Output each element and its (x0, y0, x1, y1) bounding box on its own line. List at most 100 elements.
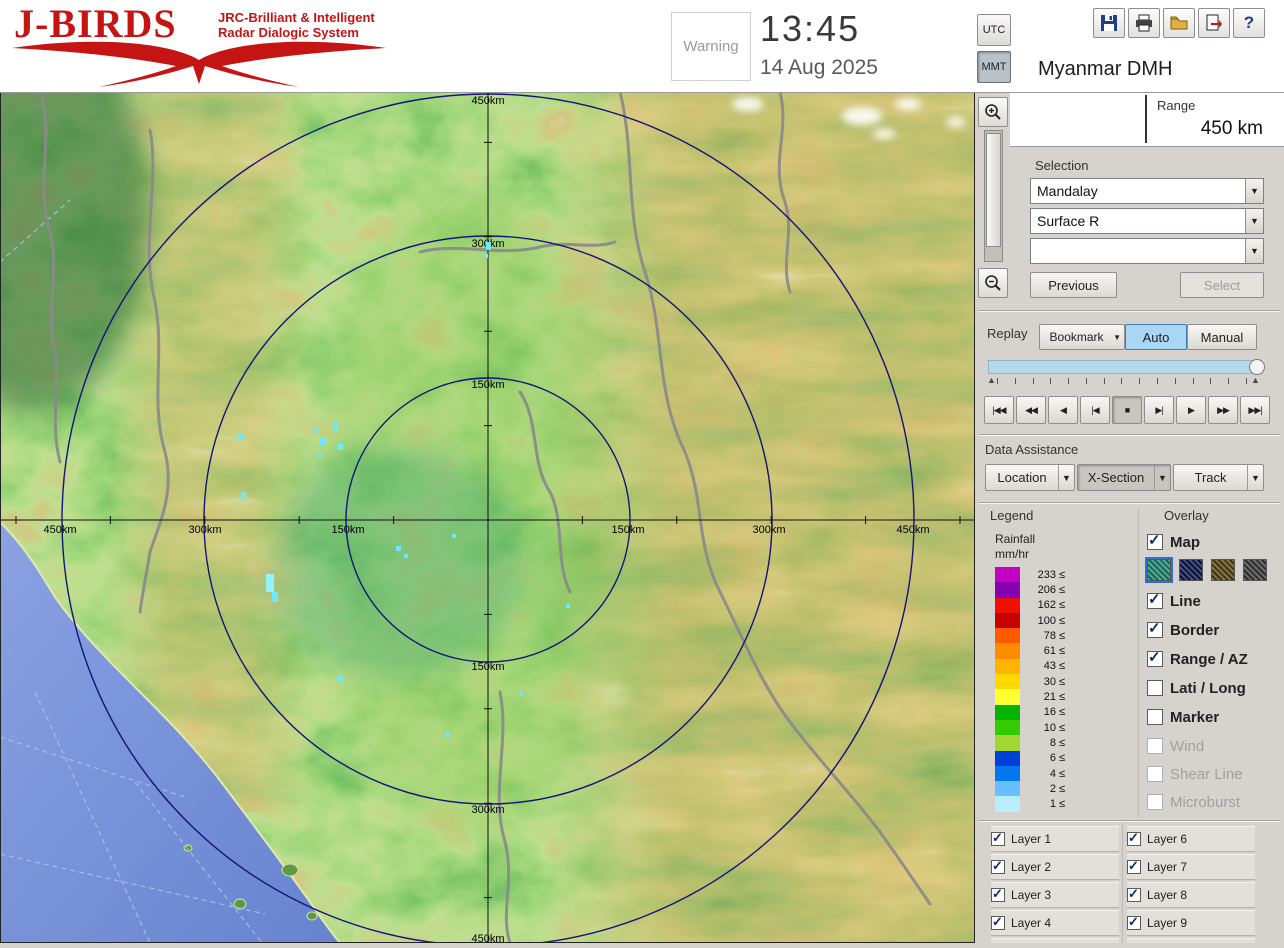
chevron-down-icon[interactable]: ▼ (1154, 465, 1170, 490)
rewind-button[interactable]: ◀◀ (1016, 396, 1046, 424)
legend-entry: 16 ≤ (995, 704, 1065, 720)
x-section-button[interactable]: X-Section ▼ (1077, 464, 1171, 491)
layer-6-row[interactable]: Layer 6 (1127, 826, 1255, 852)
zoom-out-button[interactable] (978, 268, 1008, 298)
layer-3-row[interactable]: Layer 3 (991, 882, 1119, 908)
layer-label: Layer 8 (1147, 888, 1188, 902)
layer-8-checkbox[interactable] (1127, 886, 1141, 902)
zoom-in-button[interactable] (978, 97, 1008, 127)
overlay-item-map[interactable]: Map (1147, 531, 1200, 552)
overlay-item-line[interactable]: Line (1147, 590, 1201, 611)
utc-button[interactable]: UTC (977, 14, 1011, 46)
overlay-item-lati-long[interactable]: Lati / Long (1147, 678, 1246, 698)
layer-5-row[interactable]: Layer 5 (991, 938, 1119, 943)
bookmark-button[interactable]: Bookmark ▼ (1039, 324, 1125, 350)
auto-button[interactable]: Auto (1125, 324, 1187, 350)
track-button[interactable]: Track ▼ (1173, 464, 1264, 491)
zoom-slider-thumb[interactable] (986, 133, 1001, 247)
zoom-strip (975, 92, 1010, 307)
overlay-label: Map (1170, 533, 1200, 551)
skip-to-end-button[interactable]: ▶▶| (1240, 396, 1270, 424)
selection-dropdown-3[interactable]: ▼ (1030, 238, 1264, 264)
layer-8-row[interactable]: Layer 8 (1127, 882, 1255, 908)
chevron-down-icon[interactable]: ▼ (1245, 179, 1263, 203)
help-button[interactable]: ? (1233, 8, 1265, 38)
lati-long-checkbox[interactable] (1147, 680, 1163, 696)
chevron-down-icon[interactable]: ▼ (1058, 465, 1074, 490)
layer-3-checkbox[interactable] (991, 886, 1005, 902)
print-button[interactable] (1128, 8, 1160, 38)
export-button[interactable] (1198, 8, 1230, 38)
chevron-down-icon[interactable]: ▼ (1245, 209, 1263, 233)
layer-6-checkbox[interactable] (1127, 830, 1141, 846)
legend-entry: 233 ≤ (995, 567, 1065, 583)
map-checkbox[interactable] (1147, 531, 1163, 550)
line-checkbox[interactable] (1147, 590, 1163, 609)
legend-unit-2: mm/hr (995, 547, 1029, 561)
radar-map[interactable]: 450km 300km 150km 150km 300km 450km 450k… (0, 12, 975, 947)
step-forward-button[interactable]: ▶| (1144, 396, 1174, 424)
ring-label: 300km (188, 524, 221, 536)
layer-7-checkbox[interactable] (1127, 858, 1141, 874)
selection-dropdown-2[interactable]: Surface R ▼ (1030, 208, 1264, 234)
overlay-item-marker[interactable]: Marker (1147, 707, 1219, 727)
layer-4-checkbox[interactable] (991, 914, 1005, 930)
manual-button[interactable]: Manual (1187, 324, 1257, 350)
legend-swatch (995, 628, 1020, 644)
map-style-swatch-1[interactable] (1145, 557, 1173, 583)
layer-2-checkbox[interactable] (991, 858, 1005, 874)
legend-entry: 6 ≤ (995, 750, 1065, 766)
marker-checkbox[interactable] (1147, 709, 1163, 725)
timeline-thumb[interactable] (1249, 359, 1265, 375)
legend-swatch (995, 765, 1020, 782)
warning-button[interactable]: Warning (671, 12, 751, 81)
skip-to-end-icon: ▶▶| (1248, 404, 1262, 415)
layer-10-row[interactable]: Layer 10 (1127, 938, 1255, 943)
zoom-slider[interactable] (984, 130, 1003, 262)
stop-icon: ■ (1124, 405, 1131, 415)
timeline-start-marker[interactable]: ▲ (987, 376, 996, 385)
skip-to-start-icon: |◀◀ (992, 404, 1006, 415)
layer-4-row[interactable]: Layer 4 (991, 910, 1119, 936)
warning-label: Warning (683, 38, 739, 55)
layer-9-row[interactable]: Layer 9 (1127, 910, 1255, 936)
location-button[interactable]: Location ▼ (985, 464, 1075, 491)
layer-1-checkbox[interactable] (991, 830, 1005, 846)
layer-7-row[interactable]: Layer 7 (1127, 854, 1255, 880)
open-folder-button[interactable] (1163, 8, 1195, 38)
previous-button[interactable]: Previous (1030, 272, 1117, 298)
selection-dropdown-1[interactable]: Mandalay ▼ (1030, 178, 1264, 204)
map-style-swatch-2[interactable] (1179, 559, 1203, 581)
layer-1-row[interactable]: Layer 1 (991, 826, 1119, 852)
export-icon (1206, 14, 1222, 31)
map-style-swatch-4[interactable] (1243, 559, 1267, 581)
stop-button[interactable]: ■ (1112, 396, 1142, 424)
mmt-button[interactable]: MMT (977, 51, 1011, 83)
save-button[interactable] (1093, 8, 1125, 38)
legend-entry: 21 ≤ (995, 689, 1065, 705)
play-backward-button[interactable]: ◀ (1048, 396, 1078, 424)
layer-9-checkbox[interactable] (1127, 914, 1141, 930)
layers-divider (1122, 822, 1123, 943)
ring-label: 150km (471, 661, 504, 673)
legend-entry: 1 ≤ (995, 796, 1065, 812)
layer-2-row[interactable]: Layer 2 (991, 854, 1119, 880)
select-button[interactable]: Select (1180, 272, 1264, 298)
timeline-ticks (997, 378, 1247, 384)
ring-label: 450km (471, 933, 504, 943)
chevron-down-icon[interactable]: ▼ (1247, 465, 1263, 490)
ring-label: 150km (611, 524, 644, 536)
separator (978, 310, 1280, 312)
overlay-item-range-az[interactable]: Range / AZ (1147, 648, 1248, 669)
step-back-button[interactable]: |◀ (1080, 396, 1110, 424)
overlay-item-border[interactable]: Border (1147, 619, 1219, 640)
skip-to-start-button[interactable]: |◀◀ (984, 396, 1014, 424)
range-az-checkbox[interactable] (1147, 648, 1163, 667)
map-style-swatch-3[interactable] (1211, 559, 1235, 581)
replay-timeline-slider[interactable] (988, 359, 1265, 375)
play-button[interactable]: ▶ (1176, 396, 1206, 424)
fast-forward-button[interactable]: ▶▶ (1208, 396, 1238, 424)
chevron-down-icon[interactable]: ▼ (1245, 239, 1263, 263)
border-checkbox[interactable] (1147, 619, 1163, 638)
timeline-end-marker[interactable]: ▲ (1251, 376, 1260, 385)
